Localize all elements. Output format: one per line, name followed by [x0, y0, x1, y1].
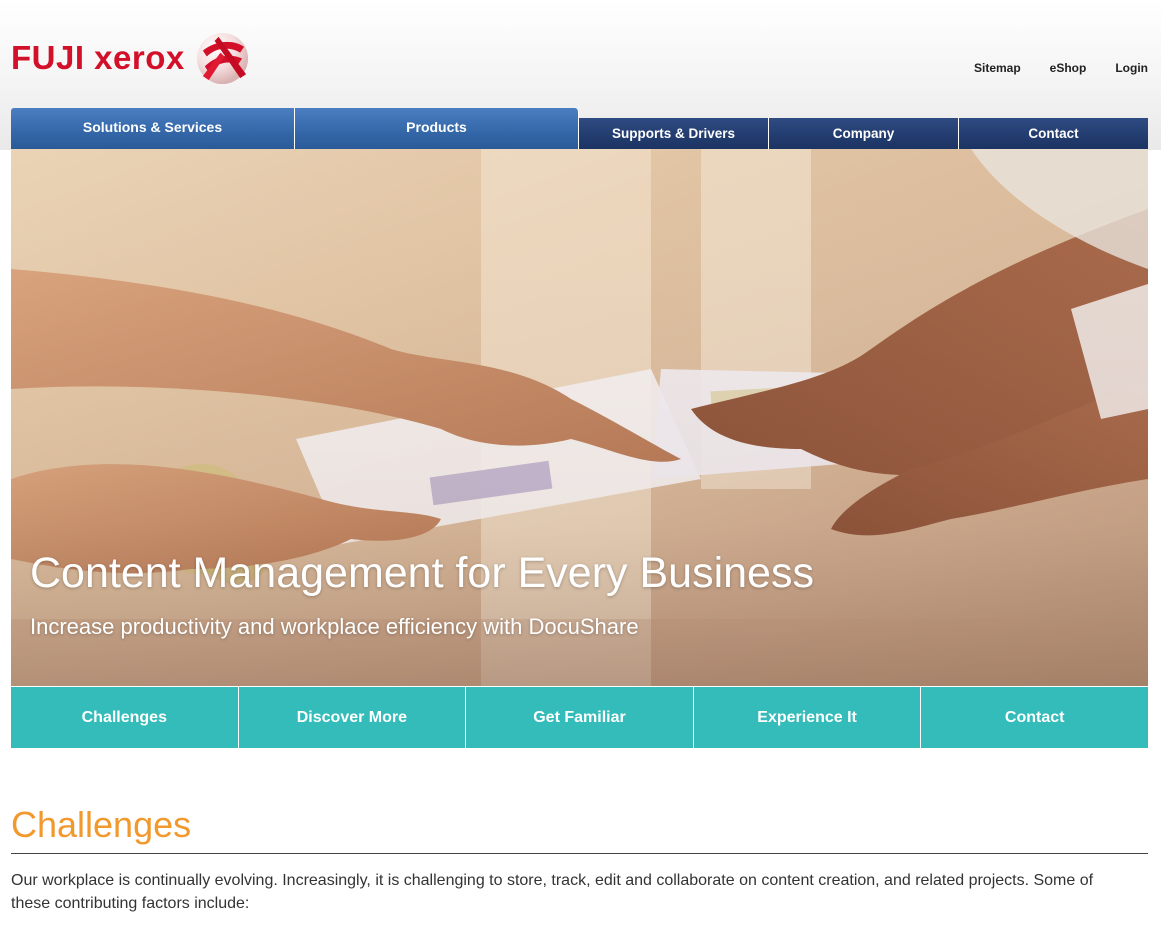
sitemap-link[interactable]: Sitemap	[974, 61, 1021, 75]
hero-banner: Content Management for Every Business In…	[11, 149, 1148, 686]
fuji-xerox-logo[interactable]: FUJI xerox	[11, 30, 250, 86]
logo-wordmark: FUJI xerox	[11, 39, 185, 76]
hero-subtitle: Increase productivity and workplace effi…	[30, 614, 639, 639]
subnav-challenges[interactable]: Challenges	[11, 687, 239, 748]
subnav-get-familiar[interactable]: Get Familiar	[466, 687, 694, 748]
nav-supports-drivers[interactable]: Supports & Drivers	[579, 118, 769, 149]
login-link[interactable]: Login	[1115, 61, 1148, 75]
nav-contact[interactable]: Contact	[959, 118, 1148, 149]
nav-solutions-services[interactable]: Solutions & Services	[11, 108, 295, 149]
nav-company[interactable]: Company	[769, 118, 959, 149]
xerox-sphere-icon	[196, 32, 248, 84]
section-divider	[11, 853, 1148, 854]
hero-title: Content Management for Every Business	[30, 549, 814, 597]
main-nav: Solutions & Services Products Supports &…	[11, 108, 1148, 149]
eshop-link[interactable]: eShop	[1050, 61, 1087, 75]
section-intro-text: Our workplace is continually evolving. I…	[11, 872, 1094, 912]
hero-photo-handshake-documents	[11, 149, 1148, 686]
nav-products[interactable]: Products	[295, 108, 579, 149]
subnav-experience-it[interactable]: Experience It	[693, 687, 922, 748]
section-subnav: Challenges Discover More Get Familiar Ex…	[11, 687, 1148, 748]
subnav-contact[interactable]: Contact	[921, 687, 1148, 748]
utility-nav: Sitemap eShop Login	[974, 61, 1148, 75]
subnav-discover-more[interactable]: Discover More	[238, 687, 467, 748]
section-heading-challenges: Challenges	[11, 804, 192, 845]
